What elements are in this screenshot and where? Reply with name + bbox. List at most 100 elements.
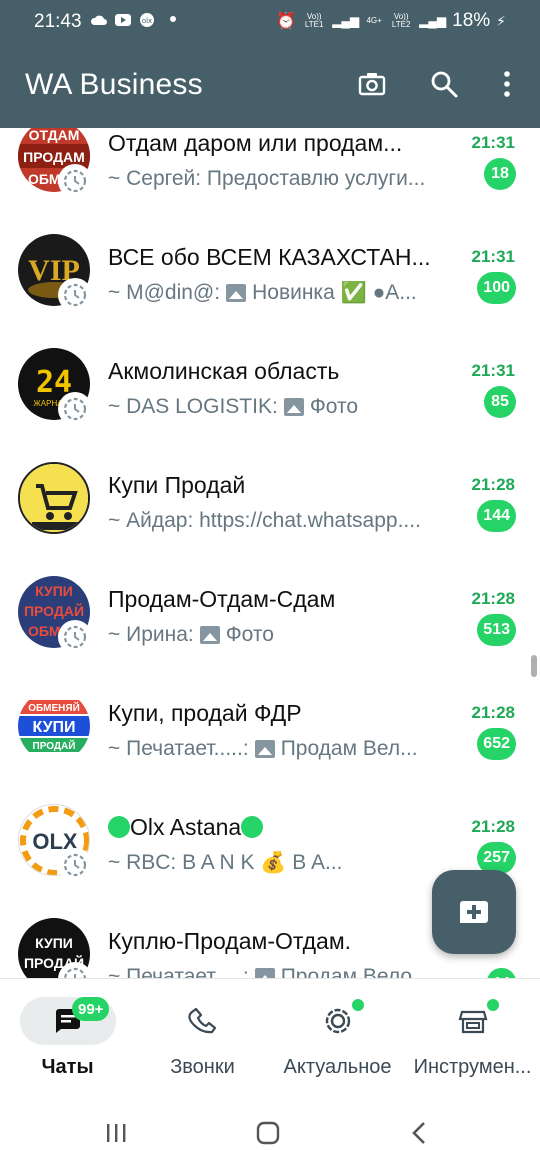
unread-count: 652 (477, 728, 516, 760)
app-title: WA Business (25, 68, 203, 101)
svg-text:ОБМЕНЯЙ: ОБМЕНЯЙ (28, 701, 80, 714)
chat-row[interactable]: ОБМЕНЯЙ КУПИ ПРОДАЙ Купи, продай ФДР 21:28… (0, 670, 540, 784)
battery-charging-icon: ⚡ (496, 12, 506, 29)
chat-list[interactable]: ОТДАМ ПРОДАМ ОБМЕН Отдам даром или продам.… (0, 128, 540, 978)
battery-level: 18% (452, 10, 491, 31)
chat-row[interactable]: ОТДАМ ПРОДАМ ОБМЕН Отдам даром или продам.… (0, 128, 540, 214)
tab-chats[interactable]: 99+ Чаты (0, 979, 135, 1091)
chat-preview: ~ M@din@: Новинка ✅ ●А... (108, 281, 460, 305)
community-badge (58, 164, 92, 198)
back-icon (412, 1122, 425, 1144)
nav-icon-pill (425, 997, 521, 1045)
chat-row[interactable]: Купи Продай 21:28 ~ Айдар: https://chat.… (0, 442, 540, 556)
community-icon (63, 397, 87, 421)
community-badge (58, 392, 92, 426)
nav-icon-pill (155, 997, 251, 1045)
chat-preview: ~ Печатает.....: Продам Вел... (108, 737, 460, 761)
tab-label: Чаты (41, 1056, 94, 1078)
tab-calls[interactable]: Звонки (135, 979, 270, 1091)
chat-row[interactable]: VIP ВСЕ обо ВСЕМ КАЗАХСТАН... 21:31 ~ M@… (0, 214, 540, 328)
more-options-button[interactable] (489, 66, 525, 102)
unread-count: 100 (477, 272, 516, 304)
community-badge (58, 620, 92, 654)
chat-avatar[interactable]: ОБМЕНЯЙ КУПИ ПРОДАЙ (18, 690, 90, 762)
chat-name: Куплю-Продам-Отдам. (108, 928, 352, 954)
group-image-icon: ОБМЕНЯЙ КУПИ ПРОДАЙ (18, 690, 90, 762)
whatsapp-emoji-icon (241, 816, 264, 838)
cloud-icon (90, 12, 108, 26)
more-vert-icon (504, 71, 510, 97)
preview-text: Продам Вел... (280, 737, 418, 760)
chat-name: Olx Astana (108, 814, 458, 841)
chat-name: Купи Продай (108, 472, 246, 498)
chat-time: 21:31 (471, 361, 515, 380)
chat-time: 21:28 (471, 817, 515, 836)
preview-text: Продам Вело... (280, 965, 430, 978)
chat-avatar[interactable] (18, 462, 90, 534)
signal-2-icon: ▂▄▆ (419, 14, 447, 28)
signal-1-icon: ▂▄▆ (332, 14, 360, 28)
preview-text: Фото (225, 623, 274, 646)
image-icon (226, 284, 247, 302)
new-chat-icon (460, 901, 488, 923)
chat-name: Акмолинская область (108, 358, 340, 384)
svg-text:ПРОДАМ: ПРОДАМ (23, 149, 85, 165)
preview-text: Новинка ✅ ●А... (252, 281, 417, 304)
camera-icon (358, 73, 386, 96)
chat-time: 21:28 (471, 703, 515, 722)
tab-updates[interactable]: Актуальное (270, 979, 405, 1091)
new-tools-dot (485, 997, 501, 1013)
preview-author: ~ Ирина: (108, 623, 194, 646)
preview-text: Фото (309, 395, 359, 418)
image-icon (283, 398, 304, 416)
bottom-navigation: 99+ Чаты Звонки Актуальное Инструмен... (0, 978, 540, 1090)
svg-text:КУПИ: КУПИ (35, 583, 73, 599)
preview-author: ~ M@din@: (108, 281, 221, 304)
alarm-icon: ⏰ (276, 13, 297, 30)
chat-preview: ~ DAS LOGISTIK: Фото (108, 395, 460, 419)
preview-author: ~ Печатает.....: (108, 737, 249, 760)
new-updates-dot (350, 997, 366, 1013)
store-icon (458, 1010, 487, 1034)
status-bar: 21:43 olx ⏰ Vo)) LTE1 ▂▄▆ 4G+ Vo)) LTE2 … (0, 0, 540, 44)
home-button[interactable] (248, 1118, 288, 1148)
community-icon (63, 283, 87, 307)
community-icon (63, 169, 87, 193)
image-icon (254, 968, 275, 978)
search-icon (431, 71, 458, 98)
preview-author: ~ Печатает.....: (108, 965, 249, 978)
tab-label: Актуальное (283, 1056, 392, 1078)
svg-text:ПРОДАЙ: ПРОДАЙ (33, 739, 76, 752)
image-icon (254, 740, 275, 758)
group-image-icon (20, 464, 88, 532)
network-2: 4G+ (366, 16, 382, 25)
recent-apps-icon (107, 1124, 126, 1142)
status-time: 21:43 (34, 11, 82, 32)
more-notifications-dot (170, 16, 176, 22)
community-badge (58, 848, 92, 882)
new-chat-button[interactable] (432, 870, 516, 954)
camera-button[interactable] (354, 66, 390, 102)
search-button[interactable] (426, 66, 462, 102)
svg-text:ПРОДАЙ: ПРОДАЙ (24, 602, 84, 619)
scrollbar-thumb[interactable] (531, 655, 537, 677)
chat-row[interactable]: КУПИ ПРОДАЙ ОБМЕН Продам-Отдам-Сдам 21:28 … (0, 556, 540, 670)
chat-preview: ~ RBC: B A N K 💰 B A... (108, 851, 460, 875)
svg-text:ОТДАМ: ОТДАМ (29, 128, 80, 143)
community-icon (63, 625, 87, 649)
recent-apps-button[interactable] (96, 1118, 136, 1148)
unread-count: 14 (487, 968, 516, 978)
unread-count: 85 (484, 386, 516, 418)
chat-preview: ~ Айдар: https://chat.whatsapp.... (108, 509, 453, 533)
preview-text: ~ RBC: B A N K 💰 B A... (108, 851, 343, 874)
svg-text:КУПИ: КУПИ (35, 935, 73, 951)
chat-name: Купи, продай ФДР (108, 700, 302, 726)
chat-row[interactable]: 24 ЖАРНАМА Акмолинская область 21:31 ~ DA… (0, 328, 540, 442)
back-button[interactable] (400, 1118, 440, 1148)
chat-preview: ~ Ирина: Фото (108, 623, 460, 647)
app-bar: WA Business (0, 44, 540, 128)
whatsapp-emoji-icon (108, 816, 130, 838)
nav-icon-pill (290, 997, 386, 1045)
tab-tools[interactable]: Инструмен... (405, 979, 540, 1091)
chat-name: Продам-Отдам-Сдам (108, 586, 336, 612)
